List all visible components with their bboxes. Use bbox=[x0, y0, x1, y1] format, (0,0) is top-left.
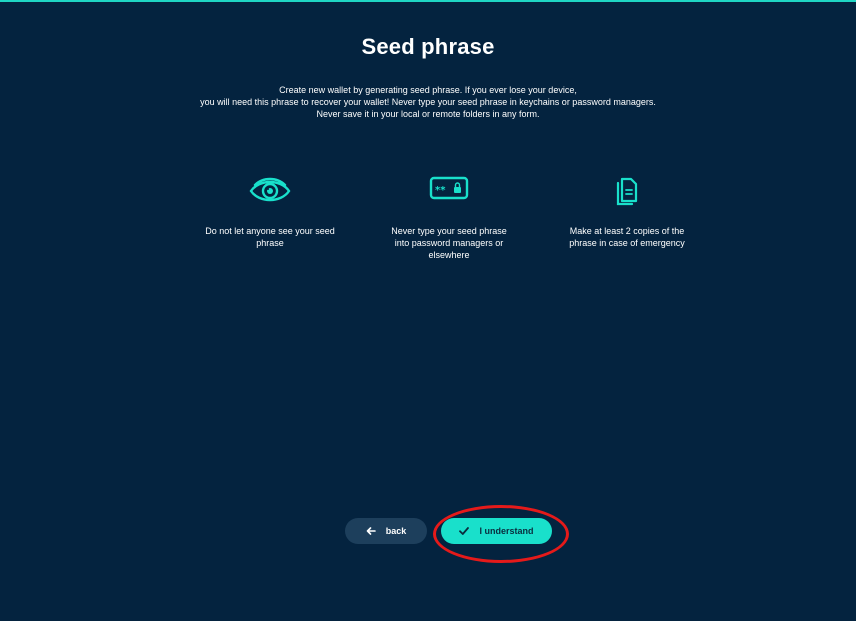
page-description: Create new wallet by generating seed phr… bbox=[120, 84, 736, 120]
tip-no-password-managers: ** Never type your seed phrase into pass… bbox=[374, 173, 524, 261]
tip-text: Make at least 2 copies of the phrase in … bbox=[552, 225, 702, 249]
tip-make-copies: Make at least 2 copies of the phrase in … bbox=[552, 173, 702, 249]
description-line-3: Never save it in your local or remote fo… bbox=[316, 109, 540, 119]
tip-text: Do not let anyone see your seed phrase bbox=[195, 225, 345, 249]
arrow-left-icon bbox=[366, 527, 376, 535]
tip-text-line: elsewhere bbox=[428, 250, 470, 260]
description-line-2: you will need this phrase to recover you… bbox=[200, 97, 656, 107]
copies-document-icon bbox=[616, 177, 638, 206]
i-understand-button[interactable]: I understand bbox=[441, 518, 552, 544]
tip-text-line: Do not let anyone see your seed bbox=[205, 226, 335, 236]
tip-text-line: into password managers or bbox=[394, 238, 504, 248]
tip-text: Never type your seed phrase into passwor… bbox=[374, 225, 524, 261]
eye-icon bbox=[249, 177, 291, 202]
tip-text-line: phrase bbox=[256, 238, 284, 248]
tip-text-line: Make at least 2 copies of the bbox=[569, 226, 685, 236]
i-understand-button-label: I understand bbox=[479, 526, 534, 536]
password-field-icon: ** bbox=[429, 176, 469, 200]
description-line-1: Create new wallet by generating seed phr… bbox=[279, 85, 577, 95]
tip-no-one-sees: Do not let anyone see your seed phrase bbox=[195, 173, 345, 249]
back-button[interactable]: back bbox=[345, 518, 427, 544]
page-title: Seed phrase bbox=[361, 34, 495, 59]
top-accent-line bbox=[0, 0, 856, 2]
tip-text-line: Never type your seed phrase bbox=[391, 226, 507, 236]
tip-text-line: phrase in case of emergency bbox=[569, 238, 685, 248]
back-button-label: back bbox=[385, 526, 407, 536]
svg-text:**: ** bbox=[435, 185, 446, 196]
checkmark-icon bbox=[459, 527, 470, 535]
